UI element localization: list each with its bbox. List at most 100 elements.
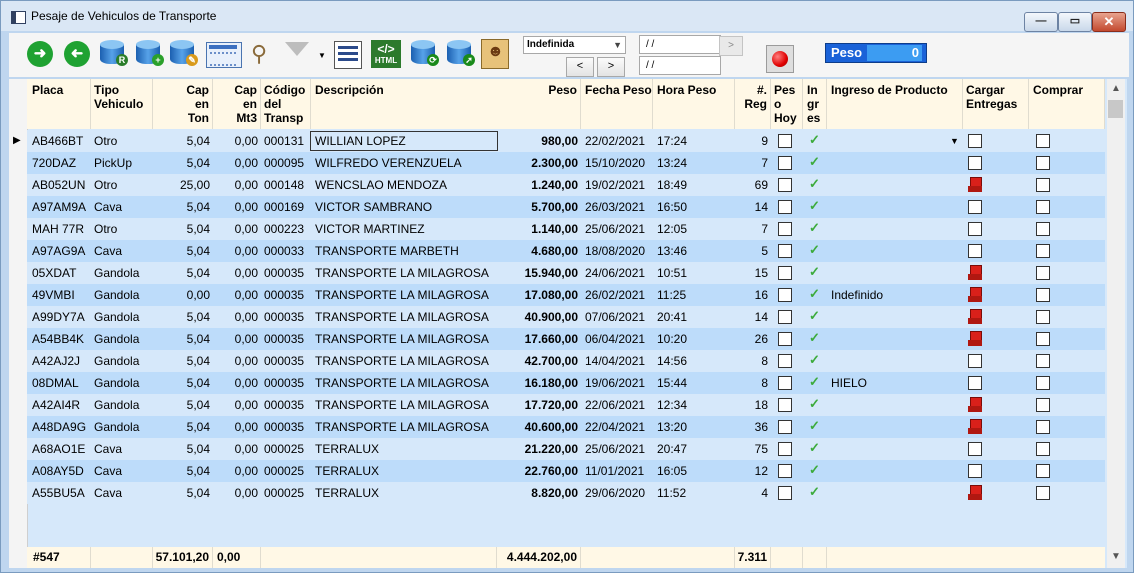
comprar-checkbox[interactable] <box>1036 332 1050 346</box>
cell-reg[interactable]: 8 <box>735 372 771 394</box>
col-placa[interactable]: Placa <box>27 79 91 129</box>
cell-placa[interactable]: A55BU5A <box>27 482 91 504</box>
cell-hora[interactable]: 14:56 <box>653 350 735 372</box>
db-add-button[interactable]: + <box>136 40 164 66</box>
cell-placa[interactable]: 05XDAT <box>27 262 91 284</box>
cell-capton[interactable]: 5,04 <box>153 240 213 262</box>
cell-fecha[interactable]: 11/01/2021 <box>581 460 653 482</box>
cell-peso[interactable]: 42.700,00 <box>497 350 581 372</box>
cell-placa[interactable]: AB466BT <box>27 130 91 152</box>
cell-ingreso[interactable]: Indefinido <box>827 284 963 306</box>
cell-capton[interactable]: 5,04 <box>153 416 213 438</box>
cell-capmt3[interactable]: 0,00 <box>213 306 261 328</box>
cell-capmt3[interactable]: 0,00 <box>213 174 261 196</box>
cell-tipo[interactable]: Otro <box>91 218 153 240</box>
cargar-entregas-checkbox[interactable] <box>968 376 982 390</box>
cell-reg[interactable]: 75 <box>735 438 771 460</box>
cell-capmt3[interactable]: 0,00 <box>213 416 261 438</box>
cell-ingreso[interactable] <box>827 240 963 262</box>
cargar-entregas-checkbox[interactable] <box>968 354 982 368</box>
cell-hora[interactable]: 13:24 <box>653 152 735 174</box>
cell-peso[interactable]: 980,00 <box>497 130 581 152</box>
peso-hoy-checkbox[interactable] <box>778 244 792 258</box>
peso-hoy-checkbox[interactable] <box>778 200 792 214</box>
cell-ingreso[interactable] <box>827 152 963 174</box>
table-row[interactable]: 08DMAL Gandola 5,04 0,00 000035 TRANSPORTE LA… <box>27 372 1105 394</box>
table-row[interactable]: A48DA9G Gandola 5,04 0,00 000035 TRANSPORTE L… <box>27 416 1105 438</box>
cell-codigo[interactable]: 000035 <box>261 350 311 372</box>
cell-placa[interactable]: MAH 77R <box>27 218 91 240</box>
peso-hoy-checkbox[interactable] <box>778 376 792 390</box>
cell-tipo[interactable]: Cava <box>91 460 153 482</box>
cell-hora[interactable]: 16:05 <box>653 460 735 482</box>
cell-peso[interactable]: 2.300,00 <box>497 152 581 174</box>
cell-reg[interactable]: 8 <box>735 350 771 372</box>
cell-codigo[interactable]: 000035 <box>261 372 311 394</box>
cell-fecha[interactable]: 24/06/2021 <box>581 262 653 284</box>
cell-desc[interactable]: TRANSPORTE LA MILAGROSA <box>311 416 497 438</box>
cell-codigo[interactable]: 000148 <box>261 174 311 196</box>
table-row[interactable]: MAH 77R Otro 5,04 0,00 000223 VICTOR MARTINEZ… <box>27 218 1105 240</box>
cell-capton[interactable]: 5,04 <box>153 394 213 416</box>
cell-codigo[interactable]: 000035 <box>261 394 311 416</box>
cell-capmt3[interactable]: 0,00 <box>213 262 261 284</box>
comprar-checkbox[interactable] <box>1036 376 1050 390</box>
cell-capton[interactable]: 5,04 <box>153 460 213 482</box>
cell-peso[interactable]: 5.700,00 <box>497 196 581 218</box>
col-capmt3[interactable]: Cap en Mt3 <box>213 79 261 129</box>
comprar-checkbox[interactable] <box>1036 464 1050 478</box>
cell-tipo[interactable]: Gandola <box>91 262 153 284</box>
scroll-up-icon[interactable]: ▲ <box>1107 83 1125 94</box>
maximize-button[interactable]: ▭ <box>1058 12 1092 32</box>
cell-hora[interactable]: 20:41 <box>653 306 735 328</box>
peso-hoy-checkbox[interactable] <box>778 442 792 456</box>
truck-icon[interactable] <box>968 265 982 282</box>
cargar-entregas-checkbox[interactable] <box>968 134 982 148</box>
cell-desc[interactable]: TRANSPORTE LA MILAGROSA <box>311 350 497 372</box>
cell-capton[interactable]: 25,00 <box>153 174 213 196</box>
cell-placa[interactable]: A08AY5D <box>27 460 91 482</box>
truck-icon[interactable] <box>968 287 982 304</box>
db-export-button[interactable]: ➚ <box>447 40 475 66</box>
table-row[interactable]: A99DY7A Gandola 5,04 0,00 000035 TRANSPORTE L… <box>27 306 1105 328</box>
cell-fecha[interactable]: 19/06/2021 <box>581 372 653 394</box>
table-row[interactable]: A08AY5D Cava 5,04 0,00 000025 TERRALUX 22.760,… <box>27 460 1105 482</box>
cell-fecha[interactable]: 07/06/2021 <box>581 306 653 328</box>
cell-peso[interactable]: 1.140,00 <box>497 218 581 240</box>
peso-hoy-checkbox[interactable] <box>778 332 792 346</box>
cell-reg[interactable]: 4 <box>735 482 771 504</box>
cargar-entregas-checkbox[interactable] <box>968 222 982 236</box>
cell-capmt3[interactable]: 0,00 <box>213 130 261 152</box>
cell-desc[interactable]: TRANSPORTE LA MILAGROSA <box>311 284 497 306</box>
cell-hora[interactable]: 20:47 <box>653 438 735 460</box>
table-row[interactable]: 720DAZ PickUp 5,04 0,00 000095 WILFREDO VEREN… <box>27 152 1105 174</box>
cell-hora[interactable]: 12:34 <box>653 394 735 416</box>
cell-placa[interactable]: A97AG9A <box>27 240 91 262</box>
cell-placa[interactable]: 49VMBI <box>27 284 91 306</box>
cell-hora[interactable]: 10:51 <box>653 262 735 284</box>
cell-ingreso[interactable]: HIELO <box>827 372 963 394</box>
cell-desc[interactable]: TRANSPORTE LA MILAGROSA <box>311 306 497 328</box>
cell-placa[interactable]: A99DY7A <box>27 306 91 328</box>
cell-desc[interactable]: TERRALUX <box>311 482 497 504</box>
cargar-entregas-checkbox[interactable] <box>968 156 982 170</box>
table-row[interactable]: 05XDAT Gandola 5,04 0,00 000035 TRANSPORTE LA… <box>27 262 1105 284</box>
cell-codigo[interactable]: 000223 <box>261 218 311 240</box>
cell-capmt3[interactable]: 0,00 <box>213 372 261 394</box>
cargar-entregas-checkbox[interactable] <box>968 200 982 214</box>
cell-capton[interactable]: 5,04 <box>153 350 213 372</box>
cell-reg[interactable]: 36 <box>735 416 771 438</box>
col-hora[interactable]: Hora Peso <box>653 79 735 129</box>
comprar-checkbox[interactable] <box>1036 222 1050 236</box>
html-export-button[interactable]: </> HTML <box>371 40 401 68</box>
cell-ingreso[interactable] <box>827 328 963 350</box>
peso-hoy-checkbox[interactable] <box>778 398 792 412</box>
cell-reg[interactable]: 15 <box>735 262 771 284</box>
peso-hoy-checkbox[interactable] <box>778 266 792 280</box>
cell-reg[interactable]: 69 <box>735 174 771 196</box>
cell-fecha[interactable]: 25/06/2021 <box>581 218 653 240</box>
cell-capton[interactable]: 5,04 <box>153 152 213 174</box>
db-edit-button[interactable]: ✎ <box>170 40 198 66</box>
search-button[interactable]: ⚲ <box>247 39 277 69</box>
cell-placa[interactable]: A48DA9G <box>27 416 91 438</box>
